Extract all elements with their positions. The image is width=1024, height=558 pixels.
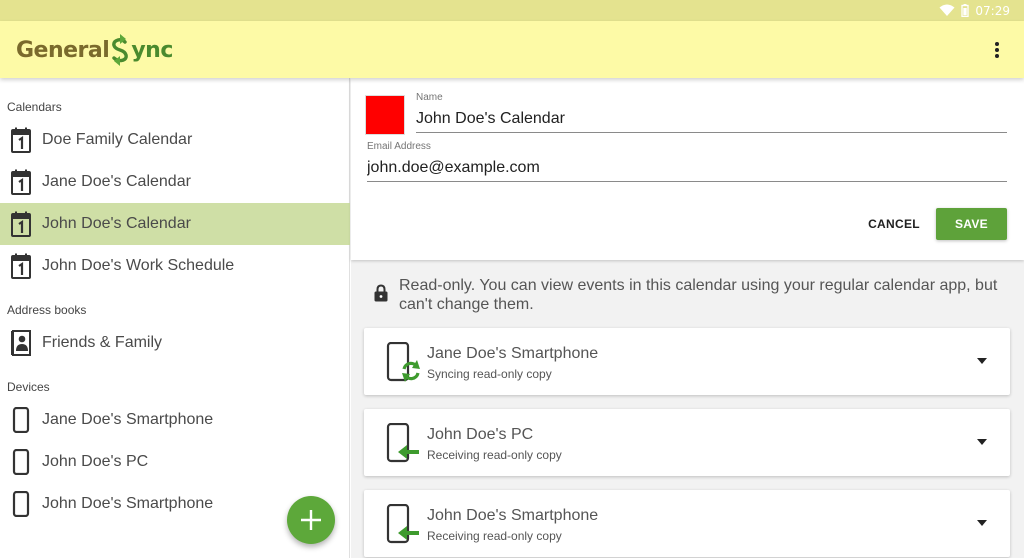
cancel-button[interactable]: CANCEL — [861, 209, 927, 239]
sidebar-item-device[interactable]: Jane Doe's Smartphone — [0, 399, 350, 441]
sidebar-item-label: Jane Doe's Smartphone — [42, 411, 214, 428]
logo-text-general: General — [16, 37, 110, 63]
devices-header: Devices — [7, 380, 50, 394]
overflow-dot-icon — [995, 42, 999, 46]
wifi-icon — [939, 4, 955, 16]
chevron-down-icon[interactable] — [976, 519, 988, 527]
calendar-name-input[interactable] — [416, 110, 1007, 133]
device-sync-status: Receiving read-only copy — [427, 448, 562, 462]
calendar-detail-panel: Name Email Address CANCEL SAVE Read-only… — [351, 78, 1024, 558]
logo-text-sync: ync — [131, 37, 173, 63]
device-name: John Doe's PC — [427, 426, 534, 443]
lock-icon — [374, 284, 388, 302]
battery-icon — [961, 4, 970, 17]
sidebar-item-label: John Doe's Calendar — [42, 215, 191, 232]
app-logo: General ync — [16, 33, 173, 67]
sidebar-item-label: Jane Doe's Calendar — [42, 173, 191, 190]
device-card[interactable]: John Doe's Smartphone Receiving read-onl… — [364, 490, 1010, 557]
overflow-dot-icon — [995, 54, 999, 58]
sidebar-item-label: John Doe's Smartphone — [42, 495, 214, 512]
calendar-color-picker[interactable] — [365, 95, 405, 135]
sidebar-item-label: John Doe's Work Schedule — [42, 257, 235, 274]
sidebar-item-calendar-selected[interactable]: John Doe's Calendar — [0, 203, 350, 245]
sync-s-icon — [112, 34, 129, 66]
device-card[interactable]: John Doe's PC Receiving read-only copy — [364, 409, 1010, 476]
smartphone-icon — [12, 491, 30, 517]
sidebar-item-label: Friends & Family — [42, 334, 163, 351]
contact-book-icon — [11, 330, 31, 356]
device-name: John Doe's Smartphone — [427, 507, 599, 524]
chevron-down-icon[interactable] — [976, 438, 988, 446]
add-fab-button[interactable] — [287, 496, 335, 544]
calendars-header: Calendars — [7, 100, 62, 114]
name-field-label: Name — [416, 92, 443, 103]
address-books-header: Address books — [7, 303, 87, 317]
sidebar-item-address-book[interactable]: Friends & Family — [0, 322, 350, 364]
device-sync-status: Receiving read-only copy — [427, 529, 562, 543]
sidebar: Calendars Doe Family Calendar Jane Doe's… — [0, 78, 350, 558]
plus-icon — [301, 510, 321, 530]
smartphone-icon — [12, 407, 30, 433]
app-bar: General ync — [0, 21, 1024, 78]
readonly-notice-text: Read-only. You can view events in this c… — [399, 277, 998, 313]
calendar-icon — [11, 211, 31, 237]
pc-receive-icon — [386, 423, 419, 463]
overflow-dot-icon — [995, 48, 999, 52]
sidebar-item-calendar[interactable]: Jane Doe's Calendar — [0, 161, 350, 203]
calendar-icon — [11, 127, 31, 153]
device-name: Jane Doe's Smartphone — [427, 345, 599, 362]
device-sync-status: Syncing read-only copy — [427, 367, 552, 381]
sidebar-item-calendar[interactable]: John Doe's Work Schedule — [0, 245, 350, 287]
overflow-menu-button[interactable] — [990, 39, 1004, 61]
sidebar-item-label: Doe Family Calendar — [42, 131, 193, 148]
sidebar-item-device[interactable]: John Doe's PC — [0, 441, 350, 483]
sidebar-item-label: John Doe's PC — [42, 453, 149, 470]
status-icons: 07:29 — [939, 2, 1010, 19]
chevron-down-icon[interactable] — [976, 357, 988, 365]
email-field-label: Email Address — [367, 141, 431, 152]
phone-sync-icon — [386, 342, 420, 382]
smartphone-icon — [12, 449, 30, 475]
phone-receive-icon — [386, 504, 419, 544]
status-time: 07:29 — [975, 3, 1010, 18]
email-address-input[interactable] — [367, 159, 1007, 182]
calendar-icon — [11, 169, 31, 195]
calendar-edit-form: Name Email Address CANCEL SAVE — [351, 78, 1024, 260]
device-card[interactable]: Jane Doe's Smartphone Syncing read-only … — [364, 328, 1010, 395]
calendar-icon — [11, 253, 31, 279]
sidebar-item-calendar[interactable]: Doe Family Calendar — [0, 119, 350, 161]
status-bar: 07:29 — [0, 0, 1024, 21]
save-button[interactable]: SAVE — [936, 208, 1007, 240]
